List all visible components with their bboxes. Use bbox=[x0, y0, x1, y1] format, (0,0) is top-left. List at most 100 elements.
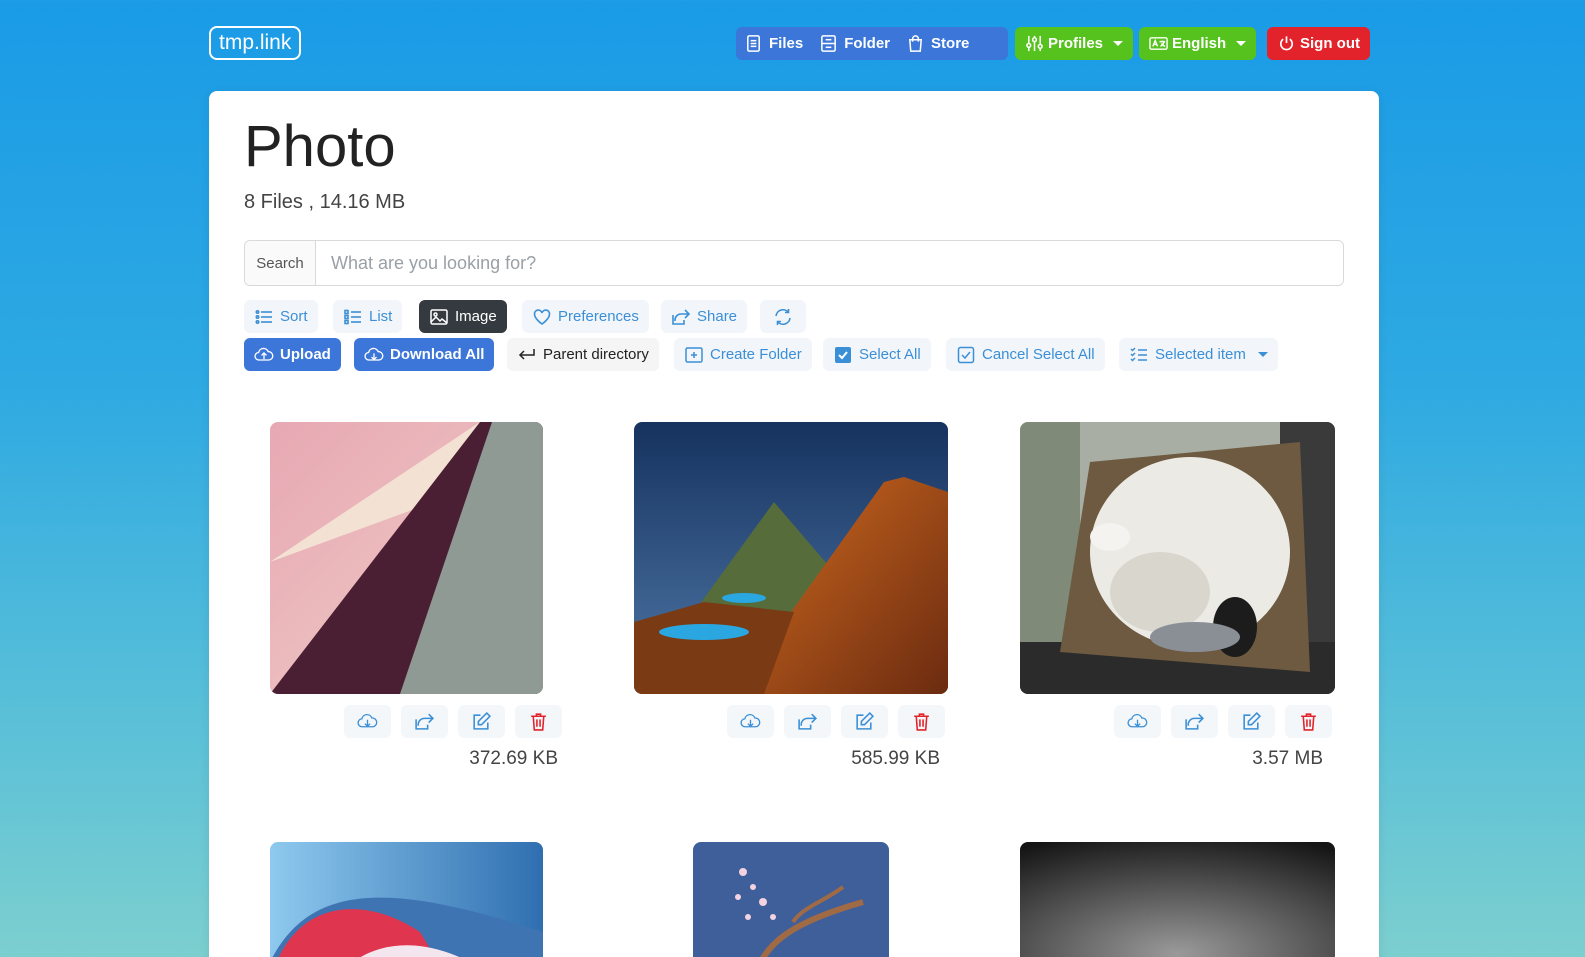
nav-folder[interactable]: Folder bbox=[811, 27, 898, 60]
file-actions-3 bbox=[1114, 705, 1332, 738]
delete-button[interactable] bbox=[515, 705, 562, 738]
file-thumbnail-2[interactable] bbox=[634, 422, 948, 694]
refresh-button[interactable] bbox=[760, 300, 806, 333]
cloud-download-icon bbox=[364, 347, 384, 361]
checkbox-checked-icon bbox=[835, 346, 851, 363]
file-size-1: 372.69 KB bbox=[469, 748, 558, 769]
parent-directory-button[interactable]: Parent directory bbox=[507, 338, 659, 371]
cloud-download-icon bbox=[357, 713, 378, 728]
delete-button[interactable] bbox=[898, 705, 945, 738]
page-title: Photo bbox=[244, 114, 396, 179]
file-thumbnail-4[interactable] bbox=[270, 842, 543, 957]
image-icon bbox=[430, 308, 448, 325]
file-size-2: 585.99 KB bbox=[851, 748, 940, 769]
checkbox-outline-icon bbox=[957, 346, 975, 363]
file-thumbnail-3[interactable] bbox=[1020, 422, 1335, 694]
chevron-down-icon bbox=[1257, 352, 1268, 357]
edit-button[interactable] bbox=[458, 705, 505, 738]
image-view-button[interactable]: Image bbox=[419, 300, 507, 333]
share-file-button[interactable] bbox=[1171, 705, 1218, 738]
sign-out-button[interactable]: Sign out bbox=[1267, 27, 1370, 60]
list-sort-icon bbox=[255, 309, 272, 324]
download-button[interactable] bbox=[727, 705, 774, 738]
thumbnail-image bbox=[1020, 422, 1335, 694]
sort-button[interactable]: Sort bbox=[244, 300, 318, 333]
parent-directory-label: Parent directory bbox=[543, 346, 649, 363]
file-thumbnail-6[interactable] bbox=[1020, 842, 1335, 957]
edit-icon bbox=[856, 711, 875, 730]
edit-icon bbox=[1243, 711, 1262, 730]
trash-icon bbox=[914, 713, 929, 731]
files-icon bbox=[747, 35, 760, 52]
cancel-select-all-label: Cancel Select All bbox=[982, 346, 1095, 363]
sign-out-label: Sign out bbox=[1300, 35, 1360, 52]
thumbnail-image bbox=[1020, 842, 1335, 957]
edit-icon bbox=[473, 711, 492, 730]
logo[interactable]: tmp.link bbox=[209, 26, 302, 60]
cloud-upload-icon bbox=[254, 347, 274, 361]
language-label: English bbox=[1172, 35, 1227, 52]
share-icon bbox=[672, 308, 691, 325]
return-arrow-icon bbox=[518, 348, 535, 360]
thumbnail-image bbox=[693, 842, 889, 957]
image-label: Image bbox=[455, 308, 497, 325]
nav-files[interactable]: Files bbox=[736, 27, 811, 60]
download-all-label: Download All bbox=[390, 346, 485, 363]
edit-button[interactable] bbox=[1228, 705, 1275, 738]
file-actions-2 bbox=[727, 705, 945, 738]
refresh-icon bbox=[775, 308, 791, 325]
nav-store[interactable]: Store bbox=[898, 27, 977, 60]
file-size-3: 3.57 MB bbox=[1252, 748, 1323, 769]
trash-icon bbox=[531, 713, 546, 731]
nav-group: Files Folder Store bbox=[736, 27, 1008, 60]
search-bar: Search bbox=[244, 240, 1344, 286]
selected-item-dropdown[interactable]: Selected item bbox=[1119, 338, 1278, 371]
cloud-download-icon bbox=[740, 713, 761, 728]
download-button[interactable] bbox=[1114, 705, 1161, 738]
nav-files-label: Files bbox=[769, 35, 804, 52]
share-file-button[interactable] bbox=[401, 705, 448, 738]
power-icon bbox=[1279, 36, 1294, 51]
create-folder-button[interactable]: Create Folder bbox=[674, 338, 812, 371]
thumbnail-image bbox=[270, 422, 543, 694]
profiles-dropdown[interactable]: Profiles bbox=[1015, 27, 1134, 60]
share-icon bbox=[798, 713, 818, 730]
file-thumbnail-1[interactable] bbox=[270, 422, 543, 694]
chevron-down-icon bbox=[1236, 41, 1247, 46]
search-label: Search bbox=[245, 241, 316, 285]
download-all-button[interactable]: Download All bbox=[354, 338, 495, 371]
cloud-download-icon bbox=[1127, 713, 1148, 728]
list-label: List bbox=[369, 308, 393, 325]
language-dropdown[interactable]: English bbox=[1139, 27, 1257, 60]
share-icon bbox=[1185, 713, 1205, 730]
folder-icon bbox=[821, 35, 837, 52]
search-input[interactable] bbox=[316, 241, 1343, 285]
share-button[interactable]: Share bbox=[661, 300, 748, 333]
checklist-icon bbox=[1130, 346, 1147, 362]
trash-icon bbox=[1301, 713, 1316, 731]
share-file-button[interactable] bbox=[784, 705, 831, 738]
upload-label: Upload bbox=[280, 346, 331, 363]
cancel-select-all-button[interactable]: Cancel Select All bbox=[946, 338, 1105, 371]
select-all-button[interactable]: Select All bbox=[823, 338, 931, 371]
store-bag-icon bbox=[909, 35, 923, 52]
list-view-button[interactable]: List bbox=[333, 300, 403, 333]
file-actions-1 bbox=[344, 705, 562, 738]
sliders-icon bbox=[1026, 35, 1043, 52]
delete-button[interactable] bbox=[1285, 705, 1332, 738]
sort-label: Sort bbox=[280, 308, 308, 325]
main-card: Photo 8 Files , 14.16 MB Search Sort Lis… bbox=[209, 91, 1379, 957]
upload-button[interactable]: Upload bbox=[244, 338, 341, 371]
preferences-label: Preferences bbox=[558, 308, 639, 325]
file-thumbnail-5[interactable] bbox=[693, 842, 889, 957]
edit-button[interactable] bbox=[841, 705, 888, 738]
preferences-button[interactable]: Preferences bbox=[522, 300, 649, 333]
list-icon bbox=[344, 309, 361, 324]
folder-plus-icon bbox=[685, 346, 703, 363]
chevron-down-icon bbox=[1113, 41, 1124, 46]
heart-icon bbox=[533, 308, 551, 325]
create-folder-label: Create Folder bbox=[710, 346, 802, 363]
top-navbar: tmp.link Files Folder Store Profiles Eng… bbox=[0, 0, 1585, 88]
selected-item-label: Selected item bbox=[1155, 346, 1246, 363]
download-button[interactable] bbox=[344, 705, 391, 738]
